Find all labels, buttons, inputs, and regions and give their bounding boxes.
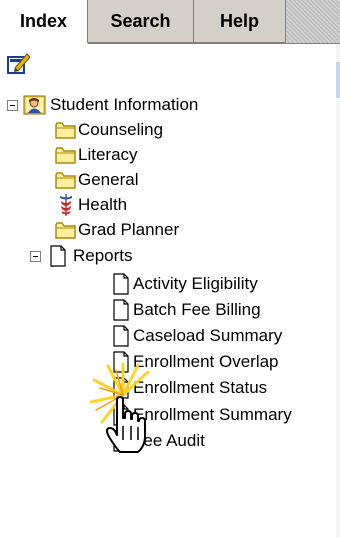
tree-item-label: Health [78,195,128,214]
caduceus-icon [60,194,72,216]
page-icon [113,377,129,399]
report-item-enrollment-summary[interactable]: Enrollment Summary [0,402,336,428]
tree-item-general[interactable]: General [0,167,336,193]
folder-icon [55,172,76,189]
report-item-label: Enrollment Overlap [133,352,279,371]
collapse-toggle[interactable] [30,251,41,262]
tree-item-label: General [78,170,139,189]
report-item-activity-eligibility[interactable]: Activity Eligibility [0,271,336,297]
tab-divider [88,43,340,44]
report-item-label: Fee Audit [133,431,205,450]
tree-item-label: Counseling [78,120,164,139]
tree-root-label: Student Information [50,95,199,114]
sync-toc-icon[interactable] [6,51,32,75]
report-item-enrollment-status[interactable]: Enrollment Status [0,375,336,401]
report-item-caseload-summary[interactable]: Caseload Summary [0,323,336,349]
report-item-label: Caseload Summary [133,326,283,345]
document-icon [50,245,66,267]
page-icon [113,351,129,373]
page-icon [113,299,129,321]
report-item-label: Batch Fee Billing [133,300,261,319]
tree-item-reports[interactable]: Reports [0,243,336,269]
page-icon [113,325,129,347]
report-item-batch-fee-billing[interactable]: Batch Fee Billing [0,297,336,323]
report-item-fee-audit[interactable]: Fee Audit [0,428,336,454]
tree-item-health[interactable]: Health [0,192,336,218]
folder-icon [55,222,76,239]
tree-item-label: Grad Planner [78,220,180,239]
folder-icon [55,147,76,164]
scrollbar[interactable] [336,44,340,537]
report-item-label: Activity Eligibility [133,274,258,293]
folder-icon [55,122,76,139]
student-info-icon [23,95,46,115]
tab-bar-filler [286,0,340,44]
report-item-label: Enrollment Status [133,378,268,397]
tree-item-label: Reports [73,246,133,265]
tree-item-label: Literacy [78,145,138,164]
collapse-toggle[interactable] [7,100,18,111]
report-item-enrollment-overlap[interactable]: Enrollment Overlap [0,349,336,375]
tree-item-grad-planner[interactable]: Grad Planner [0,217,336,243]
tab-bar: Index Search Help [0,0,340,44]
report-item-label: Enrollment Summary [133,405,292,424]
page-icon [113,273,129,295]
scrollbar-thumb[interactable] [336,62,340,98]
tab-search[interactable]: Search [88,0,194,43]
tree-root-student-information[interactable]: Student Information [0,92,336,118]
tab-help[interactable]: Help [194,0,286,43]
tree-item-counseling[interactable]: Counseling [0,117,336,143]
tree-item-literacy[interactable]: Literacy [0,142,336,168]
tab-index[interactable]: Index [0,0,88,43]
page-icon [113,430,129,452]
page-icon [113,404,129,426]
